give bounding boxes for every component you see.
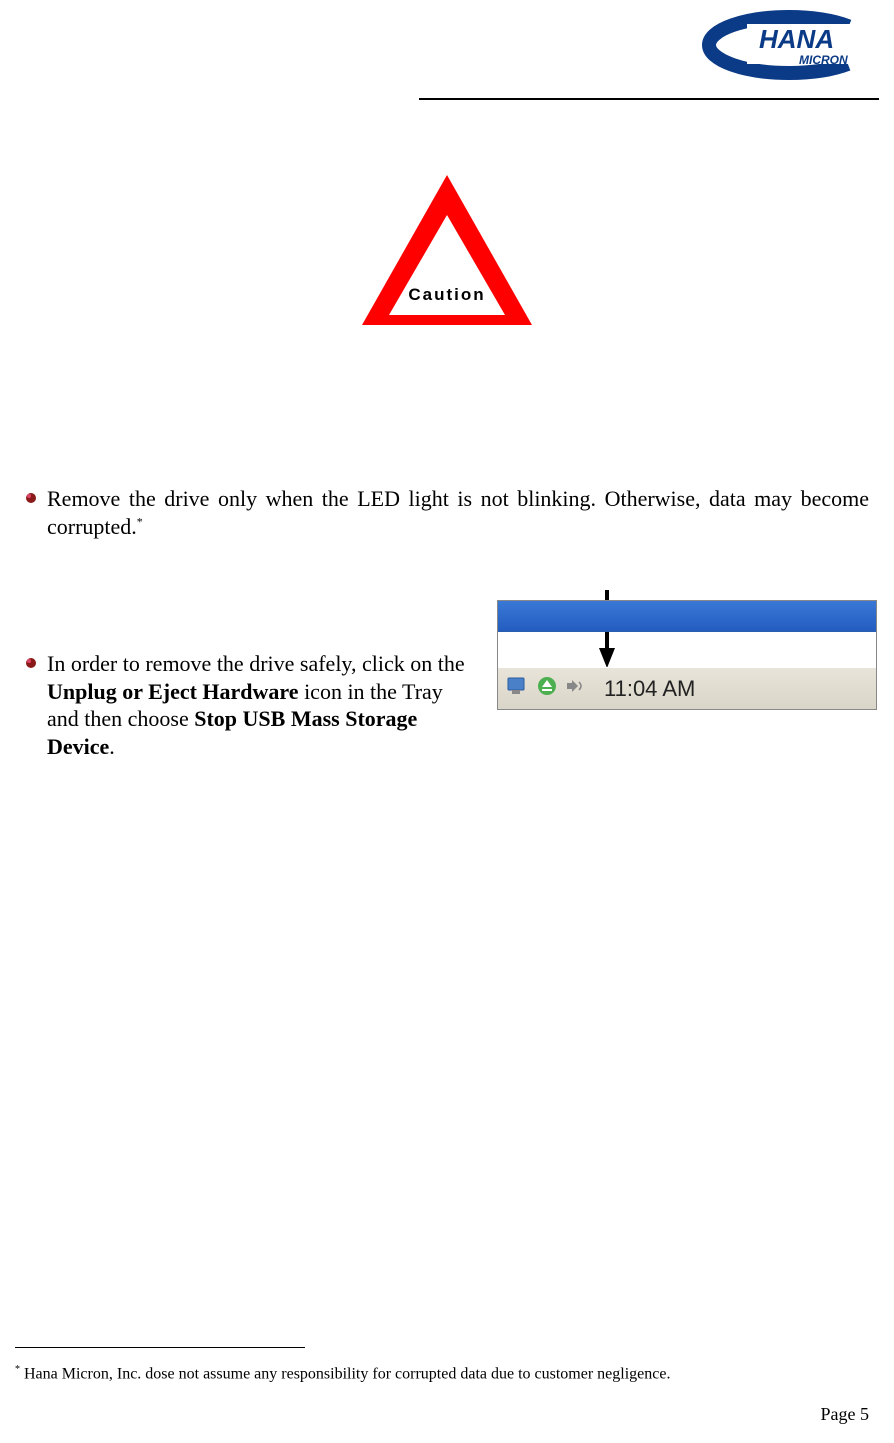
logo-sub-text: MICRON [799,53,848,67]
content-area: Remove the drive only when the LED light… [15,485,879,760]
footnote-text: * Hana Micron, Inc. dose not assume any … [15,1364,879,1383]
page-header: HANA MICRON [15,10,879,100]
logo-brand-text: HANA [759,24,834,54]
page-number: Page 5 [821,1404,870,1425]
taskbar-screenshot: 11:04 AM [497,600,877,710]
header-rule [419,98,879,100]
bullet-icon [25,656,37,674]
bullet-item-1: Remove the drive only when the LED light… [25,485,869,540]
bullet-icon [25,491,37,509]
tray-clock: 11:04 AM [604,676,695,702]
caution-sign: Caution [15,170,879,335]
bullet-text-2: In order to remove the drive safely, cli… [47,651,465,759]
window-titlebar [498,601,876,632]
display-tray-icon [506,675,530,702]
footnote-rule [15,1347,305,1348]
eject-hardware-tray-icon [536,675,558,702]
bullet-text-1: Remove the drive only when the LED light… [47,485,869,540]
brand-logo: HANA MICRON [699,10,879,80]
document-page: HANA MICRON Caution Remove the drive onl… [0,0,894,1443]
caution-label: Caution [408,285,485,304]
caution-triangle-icon: Caution [357,170,537,330]
volume-tray-icon [564,675,586,702]
bullet-item-2: In order to remove the drive safely, cli… [25,650,869,760]
system-tray: 11:04 AM [498,667,876,709]
